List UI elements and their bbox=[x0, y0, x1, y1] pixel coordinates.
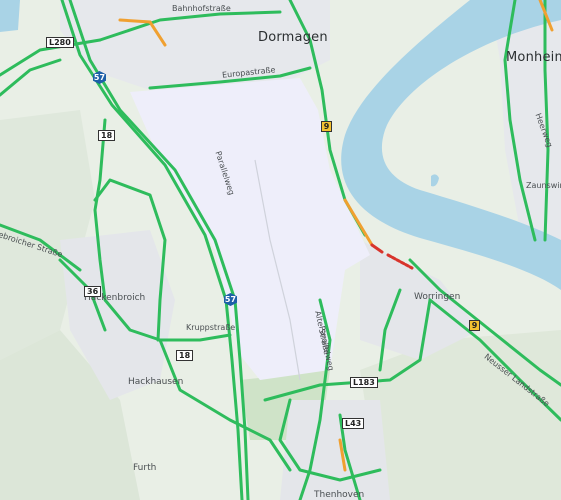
shield-l43: L43 bbox=[342, 418, 365, 429]
shield-b9-top: 9 bbox=[321, 121, 332, 132]
map-view[interactable]: Dormagen Monheim a Hackenbroich Hackhaus… bbox=[0, 0, 561, 500]
shield-route-18-top: 18 bbox=[98, 130, 116, 141]
map-canvas[interactable] bbox=[0, 0, 561, 500]
shield-route-36: 36 bbox=[84, 286, 102, 297]
shield-route-18-bottom: 18 bbox=[176, 350, 194, 361]
urban-thenhoven bbox=[280, 400, 390, 500]
shield-l280: L280 bbox=[46, 37, 74, 48]
shield-l183: L183 bbox=[350, 377, 378, 388]
shield-b9-right: 9 bbox=[469, 320, 480, 331]
lake-northwest bbox=[0, 0, 20, 32]
